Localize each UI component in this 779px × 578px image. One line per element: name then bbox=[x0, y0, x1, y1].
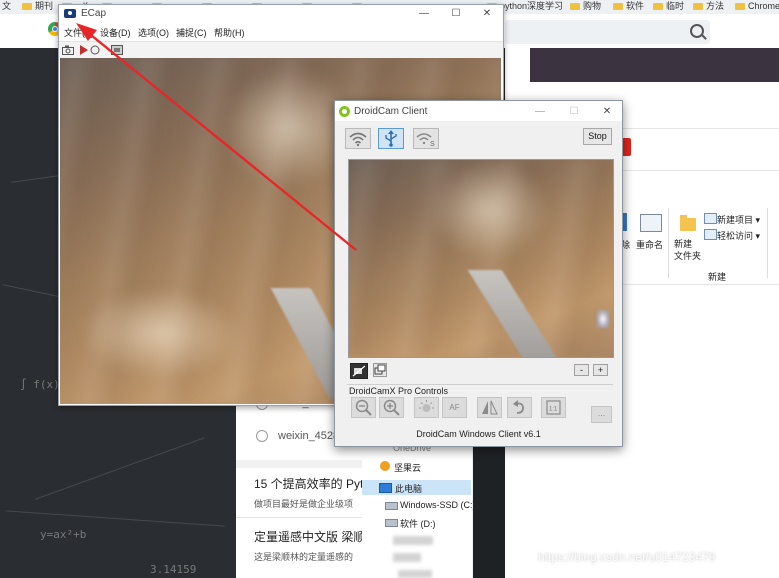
annotation-arrow bbox=[76, 23, 357, 251]
arrow-line bbox=[85, 30, 357, 251]
